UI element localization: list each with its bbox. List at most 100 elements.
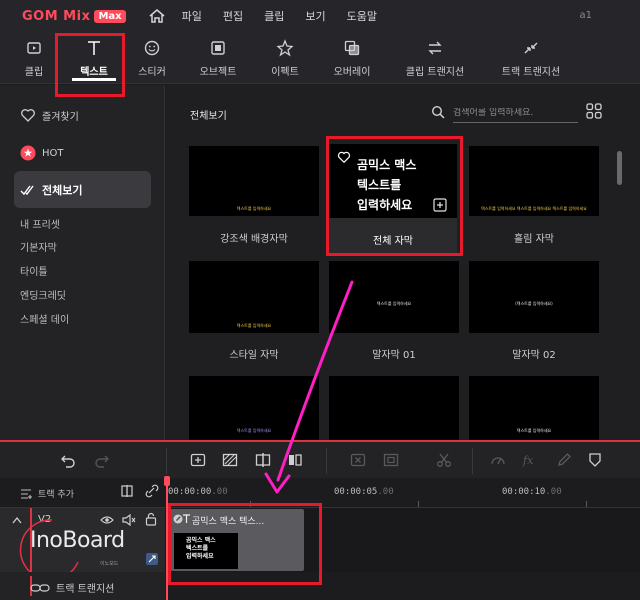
mirror-clip-icon[interactable]	[287, 452, 303, 468]
effect-icon	[276, 38, 294, 57]
eye-icon[interactable]	[100, 514, 114, 526]
tab-track-transition[interactable]: 트랙 트랜지션	[498, 32, 564, 84]
track-transition-label[interactable]: 트랙 트랜지션	[30, 580, 114, 595]
template-thumb[interactable]: (텍스트를 입력하세요)	[469, 261, 599, 333]
link-icon[interactable]	[145, 484, 159, 498]
clip-transition-icon	[428, 41, 442, 54]
chain-link-icon	[30, 583, 50, 592]
track-transition-icon	[524, 42, 538, 53]
clip-icon	[27, 41, 41, 54]
add-track-icon	[21, 488, 32, 499]
template-thumb[interactable]: 텍스트를 입력하세요	[469, 376, 599, 440]
template-thumb[interactable]: 텍스트를 입력하세요	[329, 261, 459, 333]
mute-icon[interactable]	[122, 514, 136, 526]
shield-icon[interactable]	[587, 452, 603, 468]
timeline-ruler: 트랙 추가 00:00:00.00 00:00:05.00 00:00:10.0…	[0, 478, 640, 508]
snap-icon[interactable]	[120, 484, 134, 498]
timecode-10: 00:00:10.00	[502, 487, 562, 497]
category-toolbar: 클립 텍스트 스티커 오브젝트 이펙트 오버레이 클립 트랜지션 트랙 트랜지션	[0, 32, 640, 84]
hot-icon	[20, 145, 36, 161]
sidebar-item-special-day[interactable]: 스페셜 데이	[20, 311, 69, 326]
menu-file[interactable]: 파일	[182, 8, 202, 24]
sidebar-item-ending-credit[interactable]: 엔딩크레딧	[20, 287, 66, 302]
add-media-icon[interactable]	[190, 452, 206, 468]
heart-icon	[21, 109, 35, 122]
template-grid-panel: 전체보기 텍스트를 입력하세요 강조색 배경자막 곰믹스 맥스 텍스트를 입력하…	[166, 85, 640, 440]
tab-overlay[interactable]: 오버레이	[330, 32, 374, 84]
crop-icon[interactable]	[383, 452, 399, 468]
app-logo-badge: Max	[94, 9, 126, 23]
tab-text[interactable]: 텍스트	[70, 32, 118, 84]
search-input[interactable]	[453, 107, 573, 118]
svg-text:fx: fx	[522, 454, 534, 467]
tab-object[interactable]: 오브젝트	[196, 32, 240, 84]
watermark-subtitle: 이노보드	[100, 561, 119, 567]
menu-clip[interactable]: 클립	[264, 8, 284, 24]
menu-bar: GOM Mix Max 파일 편집 클립 보기 도움말 a1	[0, 0, 640, 32]
template-thumb[interactable]	[329, 376, 459, 440]
tab-effect[interactable]: 이펙트	[268, 32, 302, 84]
scrollbar-thumb[interactable]	[617, 151, 622, 185]
track-transition-header: 트랙 트랜지션	[0, 572, 165, 600]
template-thumb[interactable]: 텍스트를 입력하세요	[189, 261, 319, 333]
template-thumb[interactable]: 텍스트를 입력하세요	[189, 146, 319, 216]
add-track-button[interactable]: 트랙 추가	[20, 487, 74, 500]
grid-view-icon[interactable]	[586, 103, 602, 119]
sidebar-item-all[interactable]: 전체보기	[14, 171, 151, 208]
tab-clip[interactable]: 클립	[20, 32, 48, 84]
sidebar-item-favorites[interactable]: 즐겨찾기	[20, 107, 79, 123]
menu-help[interactable]: 도움말	[347, 8, 377, 24]
active-tab-underline	[72, 78, 116, 81]
expand-icon[interactable]	[145, 552, 159, 566]
favorite-heart-icon[interactable]	[337, 150, 351, 164]
sidebar-item-hot[interactable]: HOT	[20, 145, 64, 161]
tab-clip-transition[interactable]: 클립 트랜지션	[403, 32, 467, 84]
clip-title: 곰믹스 맥스 텍스...	[192, 517, 265, 527]
template-thumb[interactable]: 텍스트를 입력하세요	[189, 376, 319, 440]
ruler-tick	[250, 501, 251, 507]
search-icon[interactable]	[431, 105, 445, 119]
object-icon	[211, 40, 225, 55]
add-to-timeline-icon[interactable]	[433, 198, 447, 212]
undo-icon[interactable]	[60, 452, 76, 468]
featured-preview: 곰믹스 맥스 텍스트를 입력하세요	[329, 144, 457, 218]
split-clip-icon[interactable]	[255, 452, 271, 468]
fx-icon[interactable]: fx	[522, 452, 538, 468]
timecode-5: 00:00:05.00	[334, 487, 394, 497]
template-featured[interactable]: 곰믹스 맥스 텍스트를 입력하세요 전체 자막	[329, 144, 457, 253]
pattern-icon[interactable]	[222, 452, 238, 468]
template-label: 흘림 자막	[514, 234, 554, 245]
redo-icon[interactable]	[94, 452, 110, 468]
template-label: 말자막 02	[512, 350, 556, 361]
template-label: 강조색 배경자막	[220, 234, 288, 245]
sidebar-item-basic-caption[interactable]: 기본자막	[20, 239, 57, 254]
text-icon	[88, 40, 100, 55]
tab-sticker[interactable]: 스티커	[134, 32, 170, 84]
toolbar-divider	[472, 448, 473, 474]
category-sidebar: 즐겨찾기 HOT 전체보기 내 프리셋 기본자막 타이틀 엔딩크레딧 스페셜 데…	[0, 85, 165, 440]
template-thumb[interactable]: 텍스트를 입력하세요 텍스트를 입력하세요 텍스트를 입력하세요	[469, 146, 599, 216]
panel-title: 전체보기	[190, 111, 227, 122]
double-check-icon	[20, 185, 34, 195]
template-label: 말자막 01	[372, 350, 416, 361]
remove-icon[interactable]	[350, 452, 366, 468]
featured-text: 곰믹스 맥스 텍스트를 입력하세요	[357, 158, 417, 212]
toolbar-divider	[166, 448, 167, 474]
user-tag: a1	[579, 10, 593, 21]
scissors-icon[interactable]	[436, 452, 452, 468]
playhead[interactable]	[166, 484, 168, 600]
menu-view[interactable]: 보기	[305, 8, 325, 24]
ruler-tick	[586, 501, 587, 507]
menu-edit[interactable]: 편집	[223, 8, 243, 24]
toolbar-divider	[326, 448, 327, 474]
speed-icon[interactable]	[490, 452, 506, 468]
home-icon[interactable]	[148, 7, 166, 25]
ruler-tick	[418, 501, 419, 507]
pencil-icon[interactable]	[556, 452, 572, 468]
template-label: 스타일 자막	[229, 350, 279, 361]
sidebar-item-title[interactable]: 타이틀	[20, 263, 48, 278]
timeline-clip[interactable]: 곰믹스 맥스 텍스... 곰믹스 맥스 텍스트를 입력하세요	[170, 509, 304, 571]
lock-icon[interactable]	[145, 512, 157, 526]
sidebar-item-my-preset[interactable]: 내 프리셋	[20, 216, 60, 231]
track-transition-row: 트랙 트랜지션	[0, 572, 640, 600]
